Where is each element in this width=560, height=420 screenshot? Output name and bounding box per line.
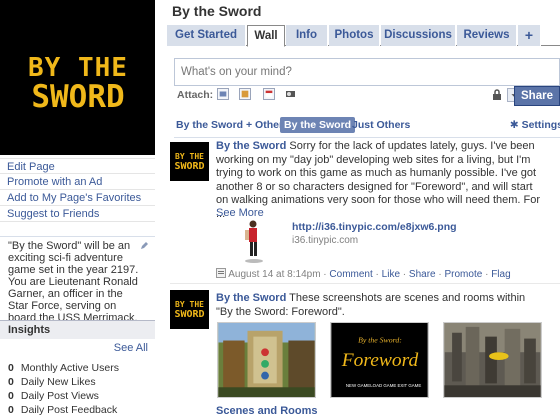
screenshot-thumbnail[interactable]: By the Sword: Foreword NEW GAME LOAD GAM… [330, 322, 429, 398]
screenshot-menu-item: LOAD GAME [370, 383, 396, 388]
screenshot-menu-item: EXIT GAME [398, 383, 422, 388]
wall-settings-link[interactable]: ✱ Settings [510, 117, 560, 133]
logo-line-2: SWORD [31, 79, 125, 115]
promote-with-ad-link[interactable]: Promote with an Ad [0, 174, 155, 190]
status-icon [216, 268, 226, 278]
insights-label: Monthly Active Users [20, 362, 119, 374]
page-bio-text: "By the Sword" will be an exciting sci-f… [8, 240, 139, 324]
avatar-logo-line-1: BY THE [175, 152, 204, 161]
page-bio-box: "By the Sword" will be an exciting sci-f… [0, 236, 155, 324]
gear-icon: ✱ [509, 119, 519, 131]
post-actor-link[interactable]: By the Sword [216, 140, 286, 152]
attach-label: Attach: [177, 89, 214, 101]
like-link[interactable]: Like [382, 269, 400, 280]
insights-row: 0 Daily Post Feedback [8, 403, 119, 417]
insights-count: 0 [8, 362, 14, 374]
profile-tab-bar: Get Started Wall Info Photos Discussions… [167, 25, 560, 47]
attachment-link[interactable]: http://i36.tinypic.com/e8jxw6.png [292, 221, 457, 233]
tab-wall[interactable]: Wall [247, 25, 285, 47]
insights-count: 0 [8, 390, 14, 402]
tab-info[interactable]: Info [286, 25, 328, 46]
insights-list: 0 Monthly Active Users 0 Daily New Likes… [8, 361, 119, 417]
insights-label: Daily New Likes [20, 376, 96, 388]
page-admin-links: Edit Page Promote with an Ad Add to My P… [0, 158, 155, 222]
logo-line-1: BY THE [28, 53, 128, 83]
tab-reviews[interactable]: Reviews [457, 25, 517, 46]
insights-row: 0 Monthly Active Users [8, 361, 119, 375]
wall-filter-bar: By the Sword + Others By the Sword Just … [174, 117, 560, 133]
suggest-to-friends-link[interactable]: Suggest to Friends [0, 206, 155, 222]
photo-icon[interactable] [217, 88, 229, 100]
status-composer-input[interactable]: What's on your mind? [174, 58, 560, 86]
insights-box: Insights See All 0 Monthly Active Users … [0, 320, 155, 420]
screenshot-thumbnail[interactable] [217, 322, 316, 398]
album-link[interactable]: Scenes and Rooms [216, 405, 317, 417]
divider [170, 283, 560, 284]
post-author-avatar[interactable]: BY THE SWORD [170, 290, 209, 329]
promote-link[interactable]: Promote [445, 269, 483, 280]
left-sidebar: BY THE SWORD Edit Page Promote with an A… [0, 0, 157, 420]
filter-page-only[interactable]: By the Sword [280, 117, 356, 133]
screenshot-menu-item: NEW GAME [346, 383, 370, 388]
filter-just-others[interactable]: Just Others [350, 117, 412, 133]
insights-row: 0 Daily Post Views [8, 389, 119, 403]
flag-link[interactable]: Flag [491, 269, 510, 280]
insights-row: 0 Daily New Likes [8, 375, 119, 389]
tab-get-started[interactable]: Get Started [167, 25, 246, 46]
attachment-thumbnail[interactable] [229, 218, 279, 265]
edit-page-link[interactable]: Edit Page [0, 158, 155, 174]
page-title: By the Sword [172, 3, 262, 19]
screenshot-title-big: Foreword [341, 350, 419, 371]
insights-count: 0 [8, 376, 14, 388]
screenshot-thumbnail[interactable] [443, 322, 542, 398]
tab-discussions[interactable]: Discussions [381, 25, 456, 46]
add-tab-button[interactable]: + [518, 25, 541, 46]
post-body: By the Sword Sorry for the lack of updat… [216, 140, 541, 221]
event-icon[interactable] [263, 88, 275, 100]
pencil-icon[interactable] [140, 241, 149, 250]
screenshot-title-small: By the Sword: [358, 335, 402, 344]
post-meta-row: August 14 at 8:14pm · Comment · Like · S… [216, 268, 511, 280]
post-body: By the Sword These screenshots are scene… [216, 292, 541, 319]
filter-page-and-others[interactable]: By the Sword + Others [174, 117, 291, 133]
divider [174, 137, 560, 138]
add-to-favorites-link[interactable]: Add to My Page's Favorites [0, 190, 155, 206]
post-actor-link[interactable]: By the Sword [216, 292, 286, 304]
post-author-avatar[interactable]: BY THE SWORD [170, 142, 209, 181]
settings-label: Settings [521, 119, 560, 131]
share-button[interactable]: Share [514, 86, 560, 106]
insights-label: Daily Post Feedback [20, 404, 118, 416]
video-icon[interactable] [239, 88, 251, 100]
lock-icon[interactable] [492, 89, 502, 100]
link-icon[interactable] [285, 88, 297, 100]
insights-see-all-link[interactable]: See All [114, 342, 148, 354]
avatar-logo-line-1: BY THE [175, 300, 204, 309]
share-link[interactable]: Share [409, 269, 436, 280]
comment-link[interactable]: Comment [329, 269, 372, 280]
page-profile-picture[interactable]: BY THE SWORD [0, 0, 155, 155]
attach-row: Attach: [174, 87, 560, 105]
avatar-logo-line-2: SWORD [174, 161, 205, 172]
insights-count: 0 [8, 404, 14, 416]
insights-label: Daily Post Views [20, 390, 99, 402]
insights-title: Insights [0, 320, 155, 339]
attachment-host: i36.tinypic.com [292, 235, 359, 246]
avatar-logo-line-2: SWORD [174, 309, 205, 320]
tab-photos[interactable]: Photos [329, 25, 380, 46]
post-timestamp: August 14 at 8:14pm [228, 269, 321, 280]
